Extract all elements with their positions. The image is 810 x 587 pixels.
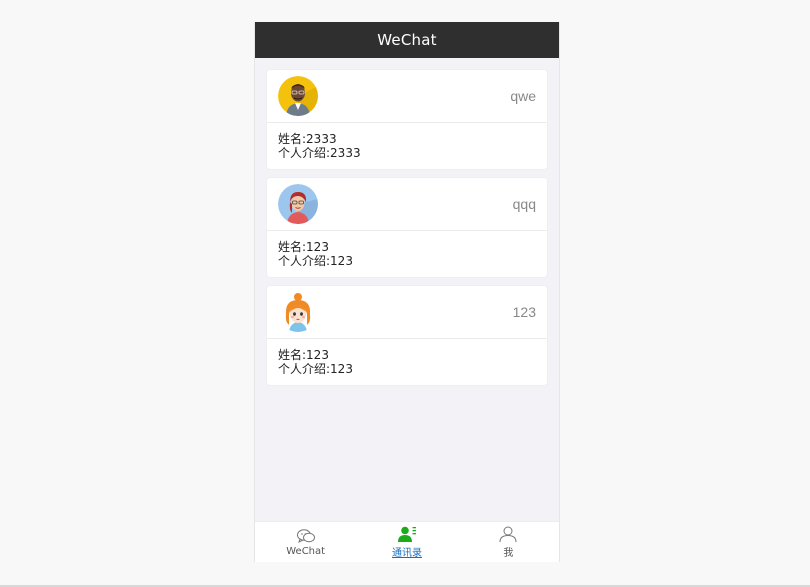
intro-label: 个人介绍: [278, 254, 331, 268]
girl-orange-hair-avatar[interactable] [278, 292, 318, 332]
intro-value: 2333 [330, 146, 361, 160]
tab-wechat-label: WeChat [286, 546, 326, 557]
person-icon [498, 525, 518, 543]
intro-value: 123 [330, 362, 353, 376]
tab-me[interactable]: 我 [458, 522, 559, 562]
contact-details: 姓名: 123 个人介绍: 123 [267, 231, 547, 277]
woman-red-hair-avatar[interactable] [278, 184, 318, 224]
tab-contacts[interactable]: 通讯录 [356, 522, 457, 562]
contact-card[interactable]: 123 姓名: 123 个人介绍: 123 [267, 286, 547, 385]
contact-card-header: qwe [267, 70, 547, 123]
intro-label: 个人介绍: [278, 146, 331, 160]
intro-label: 个人介绍: [278, 362, 331, 376]
phone-frame: WeChat qwe 姓名: 2333 个人介绍: 2333 qqq 姓名: 1… [254, 22, 560, 562]
tab-me-label: 我 [503, 548, 514, 559]
tab-wechat[interactable]: WeChat [255, 522, 356, 562]
contact-card[interactable]: qwe 姓名: 2333 个人介绍: 2333 [267, 70, 547, 169]
app-titlebar: WeChat [255, 22, 559, 58]
contacts-icon [397, 525, 417, 543]
chat-bubbles-icon [296, 527, 316, 545]
contact-card-header: qqq [267, 178, 547, 231]
contact-details: 姓名: 2333 个人介绍: 2333 [267, 123, 547, 169]
contact-card-header: 123 [267, 286, 547, 339]
man-glasses-avatar[interactable] [278, 76, 318, 116]
contact-details: 姓名: 123 个人介绍: 123 [267, 339, 547, 385]
app-title: WeChat [377, 31, 437, 49]
name-value: 123 [306, 348, 329, 362]
name-label: 姓名: [278, 132, 307, 146]
contact-nickname: 123 [512, 304, 536, 320]
contact-nickname: qqq [512, 196, 536, 212]
contact-list: qwe 姓名: 2333 个人介绍: 2333 qqq 姓名: 123 个人介绍… [255, 58, 559, 385]
contact-card[interactable]: qqq 姓名: 123 个人介绍: 123 [267, 178, 547, 277]
name-value: 2333 [306, 132, 337, 146]
bottom-tabbar: WeChat 通讯录 我 [255, 521, 559, 562]
intro-value: 123 [330, 254, 353, 268]
name-label: 姓名: [278, 348, 307, 362]
name-value: 123 [306, 240, 329, 254]
name-label: 姓名: [278, 240, 307, 254]
contact-nickname: qwe [510, 88, 536, 104]
tab-contacts-label: 通讯录 [391, 548, 422, 559]
